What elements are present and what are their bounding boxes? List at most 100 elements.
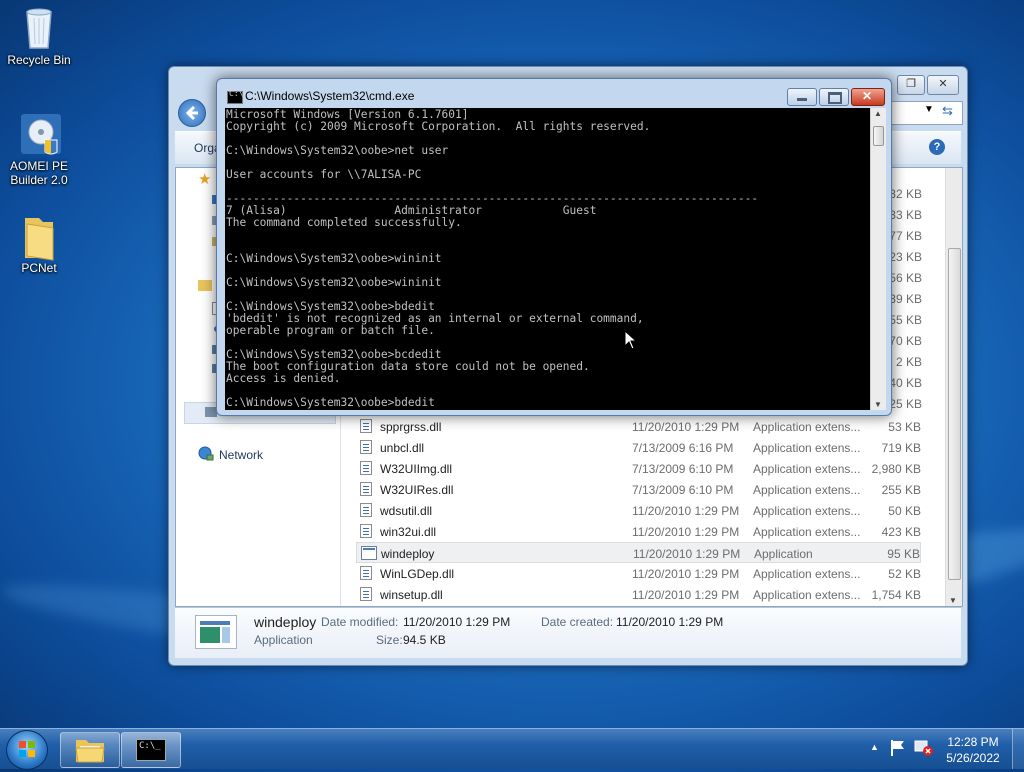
file-size: 95 KB — [887, 547, 920, 561]
maximize-icon — [828, 92, 842, 104]
file-size: 1,754 KB — [871, 588, 921, 602]
file-date: 11/20/2010 1:29 PM — [632, 504, 740, 518]
restore-button[interactable]: ❐ — [897, 75, 925, 95]
dll-file-icon — [360, 461, 372, 475]
file-row[interactable]: unbcl.dll 7/13/2009 6:16 PM Application … — [356, 437, 921, 458]
file-size: 255 KB — [881, 483, 921, 497]
clock-date: 5/26/2022 — [946, 751, 1000, 765]
file-name: wdsutil.dll — [380, 504, 433, 518]
file-name: unbcl.dll — [380, 441, 425, 455]
action-center-flag-icon[interactable] — [890, 739, 906, 757]
file-row[interactable]: WinLGDep.dll 11/20/2010 1:29 PM Applicat… — [356, 563, 921, 584]
cmd-icon: C:\ — [227, 89, 243, 104]
address-bar[interactable]: ▼ ⇆ — [891, 101, 963, 125]
windows-logo-icon — [19, 741, 35, 757]
file-type: Application extens... — [753, 420, 861, 434]
dll-file-icon — [360, 419, 372, 433]
details-file-type: Application — [254, 633, 313, 647]
show-hidden-icons-button[interactable]: ▲ — [870, 742, 879, 752]
file-list-scrollbar[interactable]: ▼ — [945, 168, 962, 606]
dll-file-icon — [360, 482, 372, 496]
file-name: win32ui.dll — [380, 525, 437, 539]
file-row[interactable]: wdsutil.dll 11/20/2010 1:29 PM Applicati… — [356, 500, 921, 521]
file-date: 7/13/2009 6:10 PM — [632, 483, 734, 497]
clock[interactable]: 12:28 PM 5/26/2022 — [944, 734, 1002, 766]
aomei-pe-builder-icon — [19, 112, 61, 156]
file-size: 52 KB — [888, 567, 921, 581]
nav-item-label: Network — [219, 448, 264, 462]
file-row[interactable]: W32UIRes.dll 7/13/2009 6:10 PM Applicati… — [356, 479, 921, 500]
file-row[interactable]: spprgrss.dll 11/20/2010 1:29 PM Applicat… — [356, 416, 921, 437]
file-size: 2,980 KB — [871, 462, 921, 476]
console-output-area[interactable]: Microsoft Windows [Version 6.1.7601] Cop… — [225, 108, 870, 410]
file-type: Application extens... — [753, 441, 861, 455]
file-row[interactable]: winsetup.dll 11/20/2010 1:29 PM Applicat… — [356, 584, 921, 605]
cmd-icon: C:\_ — [136, 739, 166, 761]
minimize-button[interactable] — [787, 88, 817, 106]
file-name: WinLGDep.dll — [380, 567, 455, 581]
file-type: Application extens... — [753, 588, 861, 602]
file-size: 719 KB — [881, 441, 921, 455]
desktop-icon-label: Recycle Bin — [7, 53, 71, 67]
dll-file-icon — [360, 587, 372, 601]
desktop-icon-label: AOMEI PE Builder 2.0 — [9, 159, 68, 187]
cmd-title: C:\Windows\System32\cmd.exe — [245, 89, 415, 103]
show-desktop-button[interactable] — [1012, 729, 1024, 769]
file-name: W32UIImg.dll — [380, 462, 453, 476]
application-icon — [361, 546, 377, 560]
desktop-icon-recycle-bin[interactable]: Recycle Bin — [1, 6, 77, 67]
maximize-button[interactable] — [819, 88, 849, 106]
close-button[interactable]: ✕ — [851, 88, 885, 106]
file-date: 7/13/2009 6:16 PM — [632, 441, 734, 455]
file-date: 11/20/2010 1:29 PM — [632, 420, 740, 434]
file-name: winsetup.dll — [380, 588, 443, 602]
back-button[interactable] — [178, 99, 206, 127]
favorites-star-icon[interactable]: ★ — [198, 170, 211, 188]
file-row[interactable]: win32ui.dll 11/20/2010 1:29 PM Applicati… — [356, 521, 921, 542]
file-date: 11/20/2010 1:29 PM — [632, 525, 740, 539]
scroll-down-arrow-icon[interactable]: ▼ — [949, 596, 957, 605]
file-type: Application — [754, 547, 813, 561]
scrollbar-thumb[interactable] — [873, 126, 884, 146]
libraries-icon[interactable] — [198, 280, 212, 291]
refresh-icon[interactable]: ⇆ — [942, 103, 953, 119]
file-row-selected[interactable]: windeploy 11/20/2010 1:29 PM Application… — [356, 542, 921, 563]
file-row[interactable]: W32UIImg.dll 7/13/2009 6:10 PM Applicati… — [356, 458, 921, 479]
cmd-window: C:\ C:\Windows\System32\cmd.exe ✕ Micros… — [216, 78, 892, 416]
date-modified-value: 11/20/2010 1:29 PM — [403, 615, 511, 629]
dll-file-icon — [360, 566, 372, 580]
date-created-value: 11/20/2010 1:29 PM — [616, 615, 724, 629]
details-pane: windeploy Application Date modified: 11/… — [175, 607, 961, 658]
close-icon: ✕ — [862, 89, 873, 103]
file-name: spprgrss.dll — [380, 420, 442, 434]
network-disconnected-icon[interactable] — [914, 739, 934, 757]
dll-file-icon — [360, 440, 372, 454]
file-type: Application extens... — [753, 567, 861, 581]
chevron-down-icon[interactable]: ▼ — [924, 104, 934, 115]
desktop-icon-pcnet[interactable]: PCNet — [1, 214, 77, 275]
start-button[interactable] — [6, 730, 48, 770]
desktop-icon-label: PCNet — [21, 261, 57, 275]
file-name: W32UIRes.dll — [380, 483, 454, 497]
details-file-name: windeploy — [254, 614, 317, 630]
taskbar-cmd-button[interactable]: C:\_ — [121, 732, 181, 768]
mouse-cursor-icon — [624, 330, 638, 350]
recycle-bin-icon — [19, 6, 59, 50]
file-size: 50 KB — [888, 504, 921, 518]
close-button[interactable]: ✕ — [927, 75, 959, 95]
scroll-up-arrow-icon[interactable]: ▲ — [874, 109, 882, 118]
scrollbar-thumb[interactable] — [948, 248, 961, 580]
taskbar-explorer-button[interactable] — [60, 732, 120, 768]
help-icon[interactable]: ? — [929, 139, 945, 155]
minimize-icon — [797, 98, 807, 101]
network-icon — [198, 446, 214, 465]
file-size: 423 KB — [881, 525, 921, 539]
scroll-down-arrow-icon[interactable]: ▼ — [874, 400, 882, 409]
console-scrollbar[interactable]: ▲ ▼ — [870, 108, 886, 410]
size-value: 94.5 KB — [403, 633, 446, 647]
size-label: Size: — [376, 633, 403, 647]
file-type: Application extens... — [753, 525, 861, 539]
desktop-icon-aomei[interactable]: AOMEI PE Builder 2.0 — [1, 112, 77, 187]
file-date: 11/20/2010 1:29 PM — [632, 588, 740, 602]
date-created-label: Date created: — [541, 615, 614, 629]
